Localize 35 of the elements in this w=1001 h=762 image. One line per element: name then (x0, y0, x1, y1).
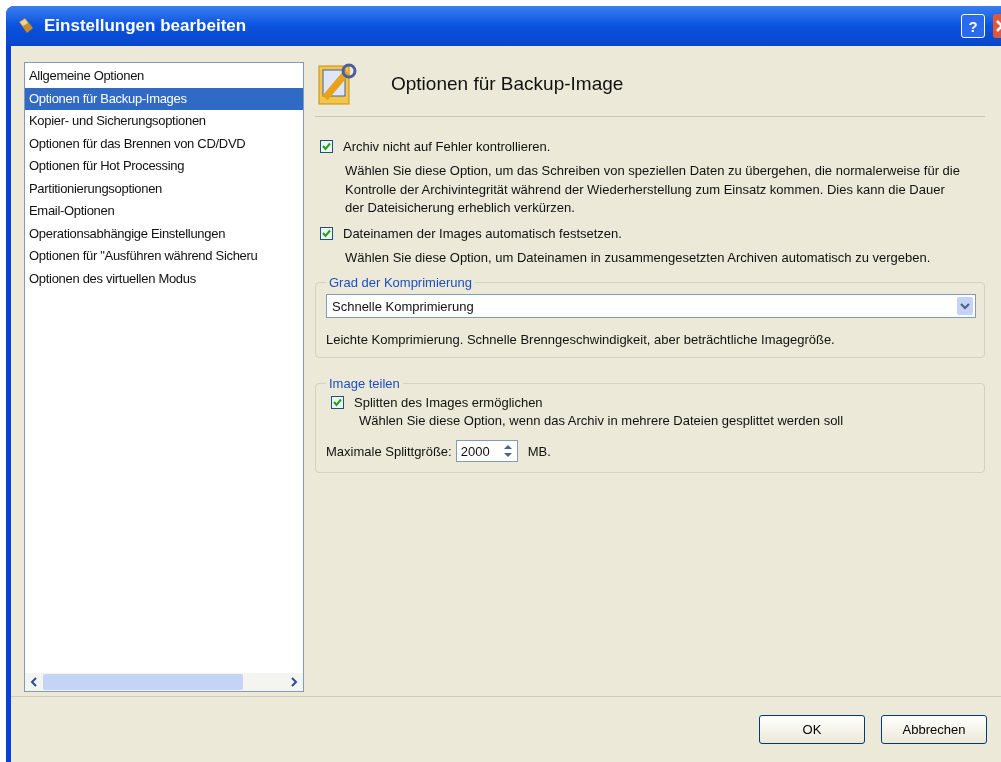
split-size-spinner[interactable]: 2000 (455, 440, 518, 462)
field-label: Maximale Splittgröße: (326, 443, 452, 459)
list-item[interactable]: Optionen für Hot Processing (25, 155, 303, 178)
window-title: Einstellungen bearbeiten (44, 16, 248, 36)
list-item[interactable]: Optionen des virtuellen Modus (25, 267, 303, 290)
checkbox[interactable] (320, 226, 333, 240)
list-item[interactable]: Optionen für Backup-Images (25, 87, 303, 110)
option-description: Wählen Sie diese Option, um das Schreiben von speziellen Daten zu übergehen, die normalerweise für die Kontrolle der Archivintegrität während der Wiederherstellung zum Einsatz kommen. Dies kann die Dauer der Dateisicherung erheblich verkürzen. (344, 162, 961, 217)
list-item[interactable]: Allgemeine Optionen (25, 65, 303, 88)
option-description: Wählen Sie diese Option, um Dateinamen in zusammengesetzten Archiven automatisch zu vergeben. (344, 248, 932, 267)
group-title: Grad der Komprimierung (328, 275, 474, 290)
horizontal-scrollbar[interactable] (25, 673, 303, 691)
list-item[interactable]: Email-Optionen (25, 200, 303, 223)
dialog-button[interactable]: Abbrechen (881, 715, 987, 744)
section-title: Optionen für Backup-Image (391, 73, 624, 95)
checkbox-label: Archiv nicht auf Fehler kontrollieren. (343, 139, 551, 154)
wrench-document-icon (317, 62, 357, 106)
checkbox-label: Dateinamen der Images automatisch festsetzen. (343, 225, 622, 241)
option-description: Wählen Sie diese Option, wenn das Archiv in mehrere Dateien gesplittet werden soll (358, 413, 845, 428)
compression-dropdown[interactable]: Schnelle Komprimierung (326, 294, 976, 318)
list-item[interactable]: Optionen für das Brennen von CD/DVD (25, 132, 303, 155)
compression-description: Leichte Komprimierung. Schnelle Brenngeschwindigkeit, aber beträchtliche Imagegröße. (326, 332, 836, 347)
list-item[interactable]: Partitionierungsoptionen (25, 177, 303, 200)
dialog-button[interactable]: OK (759, 715, 865, 744)
checkbox-label: Splitten des Images ermöglichen (354, 395, 543, 410)
list-item[interactable]: Operationsabhängige Einstellungen (25, 222, 303, 245)
checkbox[interactable] (331, 396, 344, 409)
unit-label: MB. (527, 443, 551, 459)
spinner-arrows-icon[interactable] (502, 443, 513, 459)
list-item[interactable]: Optionen für "Ausführen während Sicheru (25, 245, 303, 268)
app-icon (16, 16, 36, 36)
help-button[interactable]: ? (961, 14, 985, 38)
checkbox[interactable] (320, 140, 333, 153)
group-title: Image teilen (328, 376, 401, 391)
list-item[interactable]: Kopier- und Sicherungsoptionen (25, 110, 303, 133)
